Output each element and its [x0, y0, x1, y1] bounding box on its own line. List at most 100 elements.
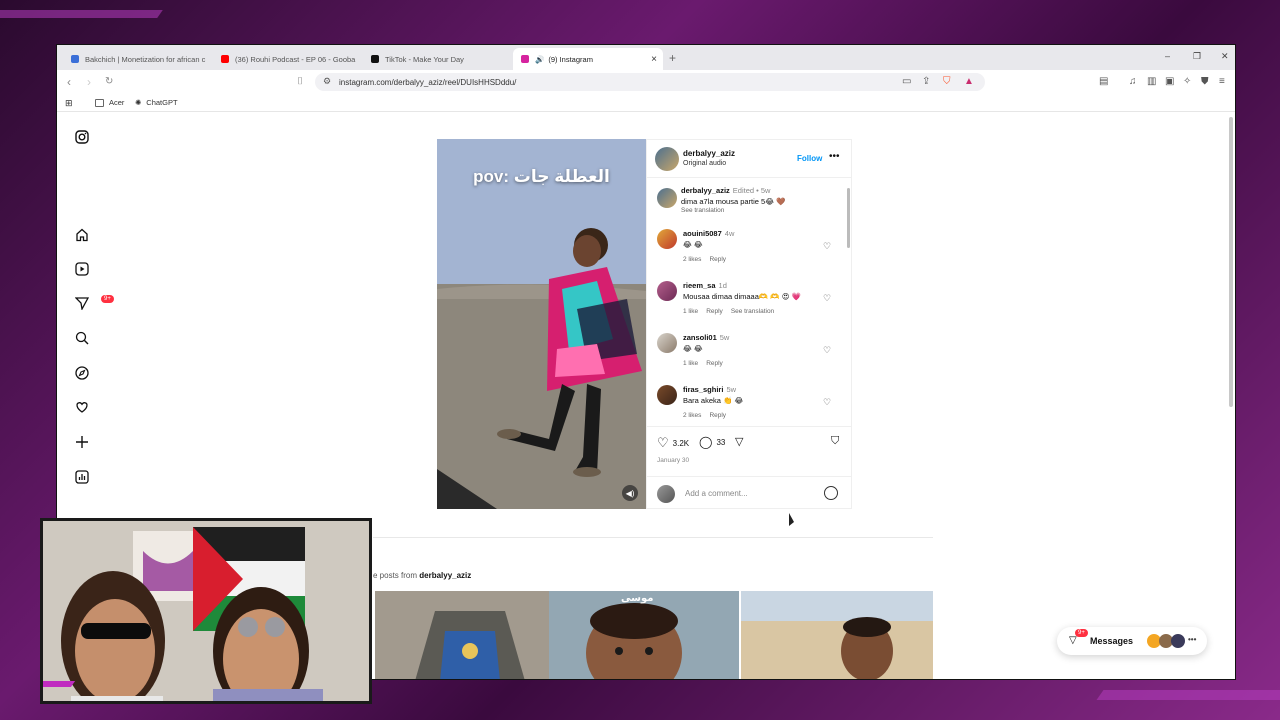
dashboard-icon[interactable]: [74, 469, 90, 485]
like-comment-icon[interactable]: ♡: [823, 397, 831, 408]
page-scrollbar[interactable]: [1229, 117, 1233, 407]
address-bar[interactable]: ⚙ instagram.com/derbalyy_aziz/reel/DUIsH…: [315, 73, 985, 91]
see-translation-link[interactable]: See translation: [731, 308, 774, 315]
comment-username[interactable]: zansoli01 5w: [683, 333, 729, 342]
close-window-icon[interactable]: ✕: [1221, 51, 1229, 62]
comment-user[interactable]: rieem_sa: [683, 281, 716, 290]
brave-shield-icon[interactable]: ⛉: [943, 76, 951, 87]
music-icon[interactable]: ♫: [1129, 76, 1137, 87]
commenter-avatar[interactable]: [657, 385, 677, 405]
reel-scene-image: [437, 139, 646, 509]
bookmark-acer[interactable]: Acer: [95, 98, 124, 107]
close-tab-icon[interactable]: ×: [651, 54, 657, 65]
instagram-logo-icon[interactable]: [74, 129, 90, 145]
tab-youtube[interactable]: (36) Rouhi Podcast - EP 06 - Gooba: [213, 48, 361, 70]
url-text: instagram.com/derbalyy_aziz/reel/DUIsHHS…: [339, 77, 517, 87]
speaker-icon: 🔊: [535, 54, 545, 64]
author-avatar[interactable]: [655, 147, 679, 171]
brave-rewards-icon[interactable]: ▲: [964, 76, 974, 87]
reply-button[interactable]: Reply: [709, 256, 726, 263]
comment-likes[interactable]: 2 likes: [683, 412, 701, 419]
comment-text: 😂 😂: [683, 240, 703, 249]
comment-likes[interactable]: 1 like: [683, 308, 698, 315]
like-button[interactable]: ♡ 3.2K: [657, 435, 689, 451]
tab-instagram[interactable]: 🔊 (9) Instagram ×: [513, 48, 663, 70]
sidebar-toggle-icon[interactable]: ▤: [1099, 76, 1108, 87]
more-posts-user[interactable]: derbalyy_aziz: [419, 571, 471, 580]
minimize-icon[interactable]: –: [1165, 51, 1170, 61]
reading-list-icon[interactable]: ▥: [1147, 76, 1156, 87]
save-button[interactable]: ⛉: [831, 435, 839, 448]
new-tab-button[interactable]: +: [669, 51, 676, 65]
explore-compass-icon[interactable]: [74, 365, 90, 381]
tab-bakchich[interactable]: Bakchich | Monetization for african c: [63, 48, 211, 70]
thumbnail-image: [549, 591, 739, 679]
webcam-accent-stripe: [43, 681, 76, 687]
more-post-thumbnail[interactable]: [375, 591, 565, 679]
commenter-avatar[interactable]: [657, 333, 677, 353]
contact-avatar: [1171, 634, 1185, 648]
reload-icon[interactable]: ↻: [105, 76, 113, 87]
leo-ai-icon[interactable]: ✧: [1183, 76, 1191, 87]
bookmark-icon[interactable]: ⌷: [297, 76, 303, 87]
like-comment-icon[interactable]: ♡: [823, 345, 831, 356]
comment-bubble-icon: ◯: [699, 435, 713, 449]
comment-username[interactable]: rieem_sa 1d: [683, 281, 727, 290]
mute-icon[interactable]: ◀): [622, 485, 638, 501]
comments-scrollbar[interactable]: [847, 188, 850, 248]
emoji-icon[interactable]: [824, 486, 838, 500]
comment-username[interactable]: firas_sghiri 5w: [683, 385, 736, 394]
comment-likes[interactable]: 2 likes: [683, 256, 701, 263]
nav-bar: ‹ › ↻ ⌷ ⚙ instagram.com/derbalyy_aziz/re…: [57, 70, 1235, 94]
commenter-avatar[interactable]: [657, 229, 677, 249]
more-posts-prefix: e posts from: [373, 571, 418, 580]
comment-input[interactable]: Add a comment...: [685, 489, 748, 498]
author-username[interactable]: derbalyy_aziz: [683, 149, 735, 158]
reels-icon[interactable]: [74, 261, 90, 277]
create-plus-icon[interactable]: [74, 434, 90, 450]
more-options-icon[interactable]: •••: [829, 151, 840, 162]
restore-icon[interactable]: ❐: [1193, 51, 1201, 62]
share-icon[interactable]: ⇪: [922, 76, 930, 87]
forward-icon[interactable]: ›: [87, 75, 91, 89]
vpn-icon[interactable]: ⛊: [1201, 76, 1209, 87]
audio-label[interactable]: Original audio: [683, 160, 726, 167]
see-translation-link[interactable]: See translation: [681, 207, 724, 214]
wallet-icon[interactable]: ▣: [1165, 76, 1174, 87]
apps-grid-icon[interactable]: ⊞: [65, 98, 73, 109]
comment-user[interactable]: firas_sghiri: [683, 385, 723, 394]
comment-button[interactable]: ◯ 33: [699, 435, 725, 449]
tab-tiktok[interactable]: TikTok - Make Your Day: [363, 48, 511, 70]
search-icon[interactable]: [74, 330, 90, 346]
comment-username[interactable]: aouini5087 4w: [683, 229, 734, 238]
menu-icon[interactable]: ≡: [1219, 76, 1225, 87]
share-button[interactable]: ▽: [735, 435, 743, 448]
author-avatar[interactable]: [657, 188, 677, 208]
messages-button[interactable]: ▽ 9+ Messages •••: [1057, 627, 1207, 655]
comment-user[interactable]: aouini5087: [683, 229, 722, 238]
direct-messages-icon[interactable]: 9+: [74, 295, 114, 311]
reel-video[interactable]: pov: العطلة جات ◀): [437, 139, 646, 509]
caption-username[interactable]: derbalyy_aziz Edited • 5w: [681, 186, 770, 195]
commenter-avatar[interactable]: [657, 281, 677, 301]
comment-likes[interactable]: 1 like: [683, 360, 698, 367]
heart-notifications-icon[interactable]: [74, 399, 90, 415]
bookmark-chatgpt[interactable]: ✺ ChatGPT: [135, 98, 178, 107]
cast-icon[interactable]: ▭: [902, 76, 911, 87]
tab-label: Bakchich | Monetization for african c: [85, 54, 206, 64]
caption-user[interactable]: derbalyy_aziz: [681, 186, 730, 195]
tiktok-favicon-icon: [371, 55, 379, 63]
follow-button[interactable]: Follow: [797, 154, 822, 163]
heart-icon: ♡: [657, 435, 669, 450]
more-post-thumbnail[interactable]: [741, 591, 933, 679]
reply-button[interactable]: Reply: [706, 360, 723, 367]
home-icon[interactable]: [74, 227, 90, 243]
reply-button[interactable]: Reply: [709, 412, 726, 419]
site-settings-icon[interactable]: ⚙: [323, 76, 331, 87]
comment-user[interactable]: zansoli01: [683, 333, 717, 342]
like-comment-icon[interactable]: ♡: [823, 241, 831, 252]
back-icon[interactable]: ‹: [67, 75, 71, 89]
like-comment-icon[interactable]: ♡: [823, 293, 831, 304]
more-post-thumbnail[interactable]: موسى: [549, 591, 739, 679]
reply-button[interactable]: Reply: [706, 308, 723, 315]
